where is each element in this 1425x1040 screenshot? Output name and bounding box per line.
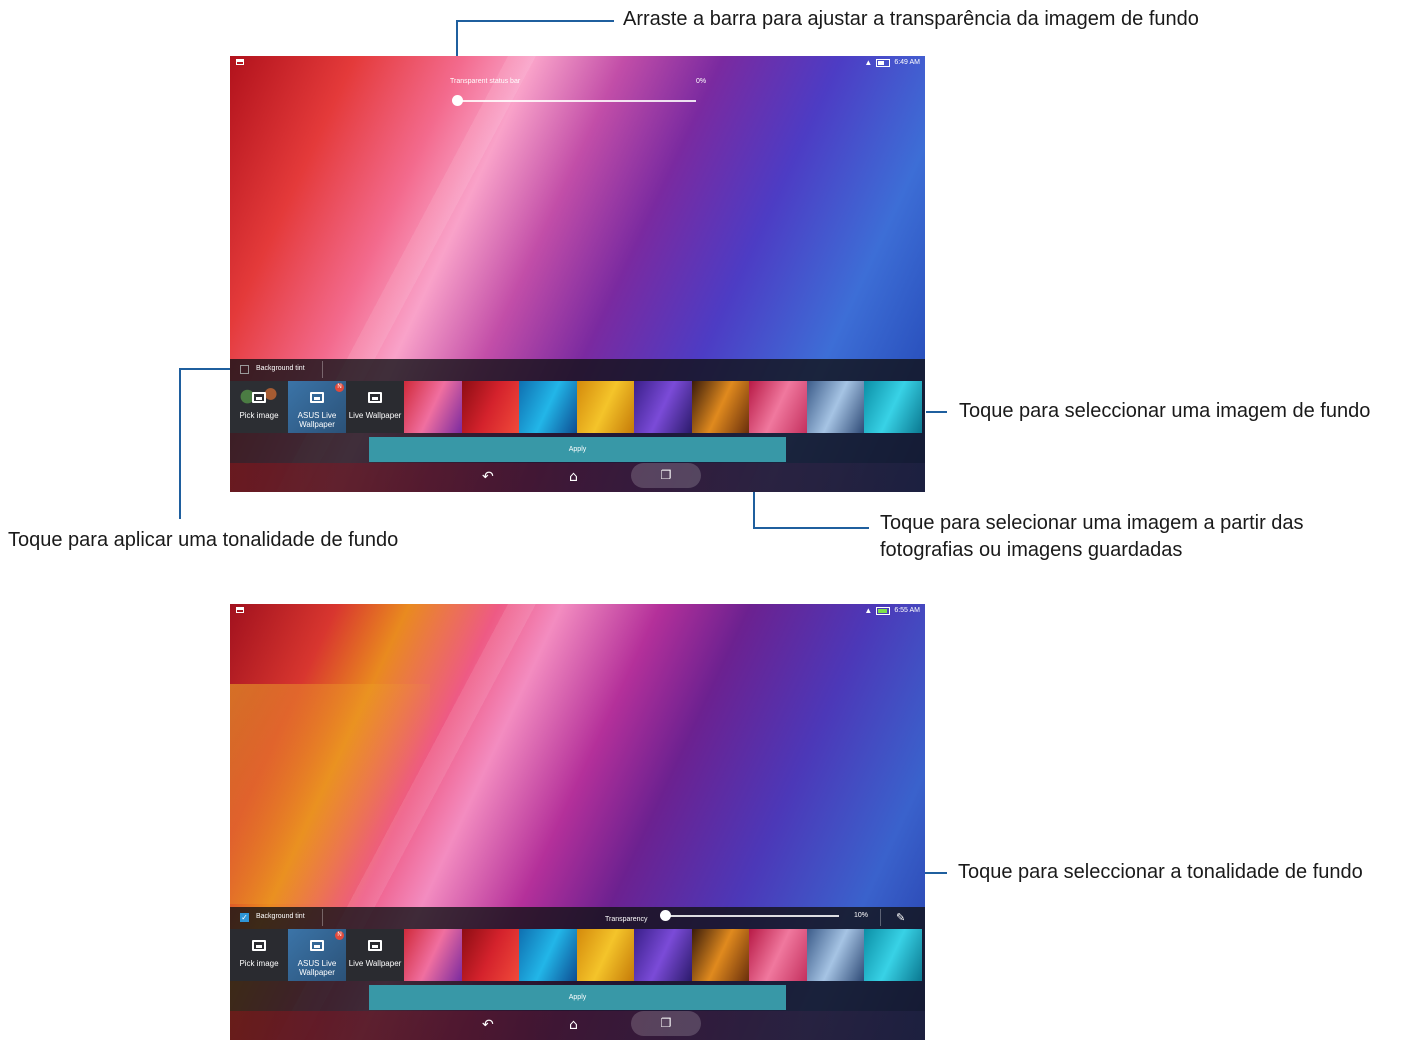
home-icon[interactable]: ⌂ <box>569 1016 578 1034</box>
notification-icon <box>236 607 244 613</box>
background-tint-label[interactable]: Background tint <box>256 913 305 920</box>
divider <box>880 909 881 926</box>
callout-line-photos-horizontal <box>753 527 869 529</box>
status-bar: ▲ 6:55 AM <box>230 604 925 618</box>
wallpaper-thumbnail[interactable] <box>404 381 462 433</box>
wallpaper-picker-strip: Pick image N ASUS Live Wallpaper Live Wa… <box>230 929 925 981</box>
callout-pick-from-photos-line1: Toque para selecionar uma imagem a parti… <box>880 512 1304 534</box>
notification-icon <box>236 59 244 65</box>
back-icon[interactable]: ↶ <box>482 468 494 486</box>
background-tint-bar: ✓ Background tint Transparency 10% ✎ <box>230 907 925 928</box>
back-icon[interactable]: ↶ <box>482 1016 494 1034</box>
background-tint-bar: Background tint <box>230 359 925 380</box>
status-icons: ▲ 6:49 AM <box>864 58 920 67</box>
transparency-slider-thumb[interactable] <box>660 910 671 921</box>
callout-line-select-wallpaper <box>926 411 947 413</box>
callout-apply-tint: Toque para aplicar uma tonalidade de fun… <box>8 529 399 551</box>
navigation-bar: ↶ ⌂ ❐ <box>230 463 925 492</box>
wallpaper-settings-screen-1: ▲ 6:49 AM Transparent status bar 0% Back… <box>230 56 925 492</box>
callout-line-transparency-horizontal <box>456 20 614 22</box>
status-icons: ▲ 6:55 AM <box>864 606 920 615</box>
battery-charging-icon <box>876 606 891 615</box>
image-icon <box>368 392 382 403</box>
new-badge: N <box>335 383 344 392</box>
recent-apps-icon[interactable]: ❐ <box>631 463 701 488</box>
tile-label: Pick image <box>239 411 279 420</box>
wallpaper-thumbnail[interactable] <box>519 381 577 433</box>
image-icon <box>310 392 324 403</box>
wallpaper-thumbnail[interactable] <box>806 929 864 981</box>
image-icon <box>252 940 266 951</box>
wallpaper-thumbnail[interactable] <box>806 381 864 433</box>
wallpaper-thumbnail[interactable] <box>576 929 634 981</box>
divider <box>322 909 323 926</box>
status-bar: ▲ 6:49 AM <box>230 56 925 70</box>
callout-pick-from-photos-line2: fotografias ou imagens guardadas <box>880 539 1183 561</box>
pencil-icon[interactable]: ✎ <box>896 911 905 924</box>
wallpaper-thumbnail[interactable] <box>461 381 519 433</box>
home-icon[interactable]: ⌂ <box>569 468 578 486</box>
pick-image-tile[interactable]: Pick image <box>230 381 288 433</box>
transparent-status-bar-slider-track[interactable] <box>458 100 696 102</box>
transparency-value: 10% <box>854 912 869 919</box>
transparency-label: Transparency <box>605 916 648 923</box>
transparency-slider-track[interactable] <box>664 915 839 917</box>
wallpaper-thumbnail[interactable] <box>519 929 577 981</box>
asus-live-wallpaper-tile[interactable]: N ASUS Live Wallpaper <box>288 929 346 981</box>
wallpaper-thumbnail[interactable] <box>634 381 692 433</box>
image-icon <box>310 940 324 951</box>
callout-select-tint: Toque para seleccionar a tonalidade de f… <box>958 861 1363 883</box>
live-wallpaper-tile[interactable]: Live Wallpaper <box>346 381 404 433</box>
callout-transparency-bar: Arraste a barra para ajustar a transparê… <box>623 8 1199 30</box>
background-tint-checkbox[interactable] <box>240 365 249 374</box>
status-time: 6:55 AM <box>894 607 920 614</box>
wallpaper-thumbnail[interactable] <box>691 929 749 981</box>
tile-label: Live Wallpaper <box>348 959 402 968</box>
live-wallpaper-tile[interactable]: Live Wallpaper <box>346 929 404 981</box>
background-tint-label[interactable]: Background tint <box>256 365 305 372</box>
background-tint-checkbox[interactable]: ✓ <box>240 913 249 922</box>
wallpaper-thumbnail[interactable] <box>576 381 634 433</box>
image-icon <box>368 940 382 951</box>
apply-button[interactable]: Apply <box>369 437 786 462</box>
image-icon <box>252 392 266 403</box>
tile-label: Pick image <box>239 959 279 968</box>
tile-label: ASUS Live Wallpaper <box>297 959 337 977</box>
wallpaper-thumbnail[interactable] <box>404 929 462 981</box>
callout-line-tint-vertical <box>179 368 181 519</box>
wallpaper-thumbnail[interactable] <box>461 929 519 981</box>
transparent-status-bar-label: Transparent status bar <box>450 78 521 85</box>
divider <box>322 361 323 378</box>
wallpaper-settings-screen-2: ▲ 6:55 AM ✓ Background tint Transparency… <box>230 604 925 1040</box>
wallpaper-picker-strip: Pick image N ASUS Live Wallpaper Live Wa… <box>230 381 925 433</box>
wallpaper-thumbnail[interactable] <box>864 929 922 981</box>
status-time: 6:49 AM <box>894 59 920 66</box>
wallpaper-thumbnail[interactable] <box>864 381 922 433</box>
transparent-status-bar-slider-thumb[interactable] <box>452 95 463 106</box>
apply-button[interactable]: Apply <box>369 985 786 1010</box>
navigation-bar: ↶ ⌂ ❐ <box>230 1011 925 1040</box>
wifi-icon: ▲ <box>864 606 873 615</box>
pick-image-tile[interactable]: Pick image <box>230 929 288 981</box>
transparent-status-bar-value: 0% <box>696 78 707 85</box>
new-badge: N <box>335 931 344 940</box>
wallpaper-thumbnail[interactable] <box>749 929 807 981</box>
wifi-icon: ▲ <box>864 58 873 67</box>
callout-select-wallpaper: Toque para seleccionar uma imagem de fun… <box>959 400 1371 422</box>
recent-apps-icon[interactable]: ❐ <box>631 1011 701 1036</box>
asus-live-wallpaper-tile[interactable]: N ASUS Live Wallpaper <box>288 381 346 433</box>
tile-label: ASUS Live Wallpaper <box>297 411 337 429</box>
tile-label: Live Wallpaper <box>348 411 402 420</box>
wallpaper-thumbnail[interactable] <box>691 381 749 433</box>
battery-icon <box>876 58 891 67</box>
callout-line-tint-horizontal <box>179 368 236 370</box>
wallpaper-thumbnail[interactable] <box>749 381 807 433</box>
wallpaper-thumbnail[interactable] <box>634 929 692 981</box>
